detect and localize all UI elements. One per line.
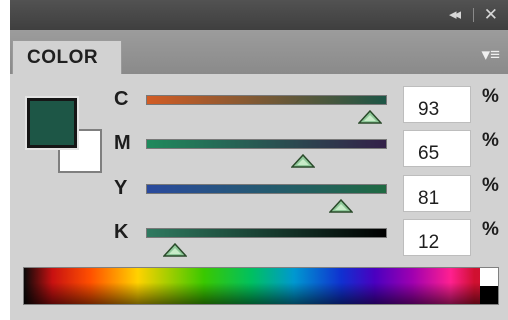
black-slider-track[interactable] (146, 228, 387, 238)
channel-row-black: K % (10, 219, 508, 263)
channel-label-magenta: M (114, 132, 131, 154)
channel-label-cyan: C (114, 88, 129, 110)
yellow-slider-track[interactable] (146, 184, 387, 194)
color-panel: ◂◂ ✕ COLOR ▾≡ C % M % (10, 0, 508, 320)
title-bar-divider (473, 8, 474, 22)
tab-row: COLOR ▾≡ (10, 30, 508, 74)
channel-row-yellow: Y % (10, 175, 508, 219)
magenta-percent-label: % (482, 130, 499, 151)
cyan-slider-track[interactable] (146, 95, 387, 105)
channel-label-black: K (114, 221, 129, 243)
panel-title-bar: ◂◂ ✕ (10, 0, 508, 30)
black-percent-label: % (482, 219, 499, 240)
color-spectrum-ramp[interactable] (23, 267, 499, 305)
cyan-value-field[interactable] (403, 86, 471, 123)
magenta-slider-track[interactable] (146, 139, 387, 149)
close-icon[interactable]: ✕ (484, 5, 498, 25)
panel-content: C % M % Y % K (10, 74, 508, 320)
collapse-icon[interactable]: ◂◂ (449, 5, 461, 25)
magenta-value-field[interactable] (403, 130, 471, 167)
cyan-percent-label: % (482, 86, 499, 107)
yellow-value-field[interactable] (403, 175, 471, 212)
spectrum-black-swatch[interactable] (480, 286, 498, 304)
channel-row-magenta: M % (10, 130, 508, 174)
tab-color[interactable]: COLOR (12, 40, 122, 74)
black-value-field[interactable] (403, 219, 471, 256)
channel-label-yellow: Y (114, 177, 128, 199)
panel-menu-icon[interactable]: ▾≡ (482, 45, 500, 65)
channel-row-cyan: C % (10, 86, 508, 130)
spectrum-white-swatch[interactable] (480, 268, 498, 286)
tab-color-label: COLOR (27, 47, 99, 68)
yellow-percent-label: % (482, 175, 499, 196)
